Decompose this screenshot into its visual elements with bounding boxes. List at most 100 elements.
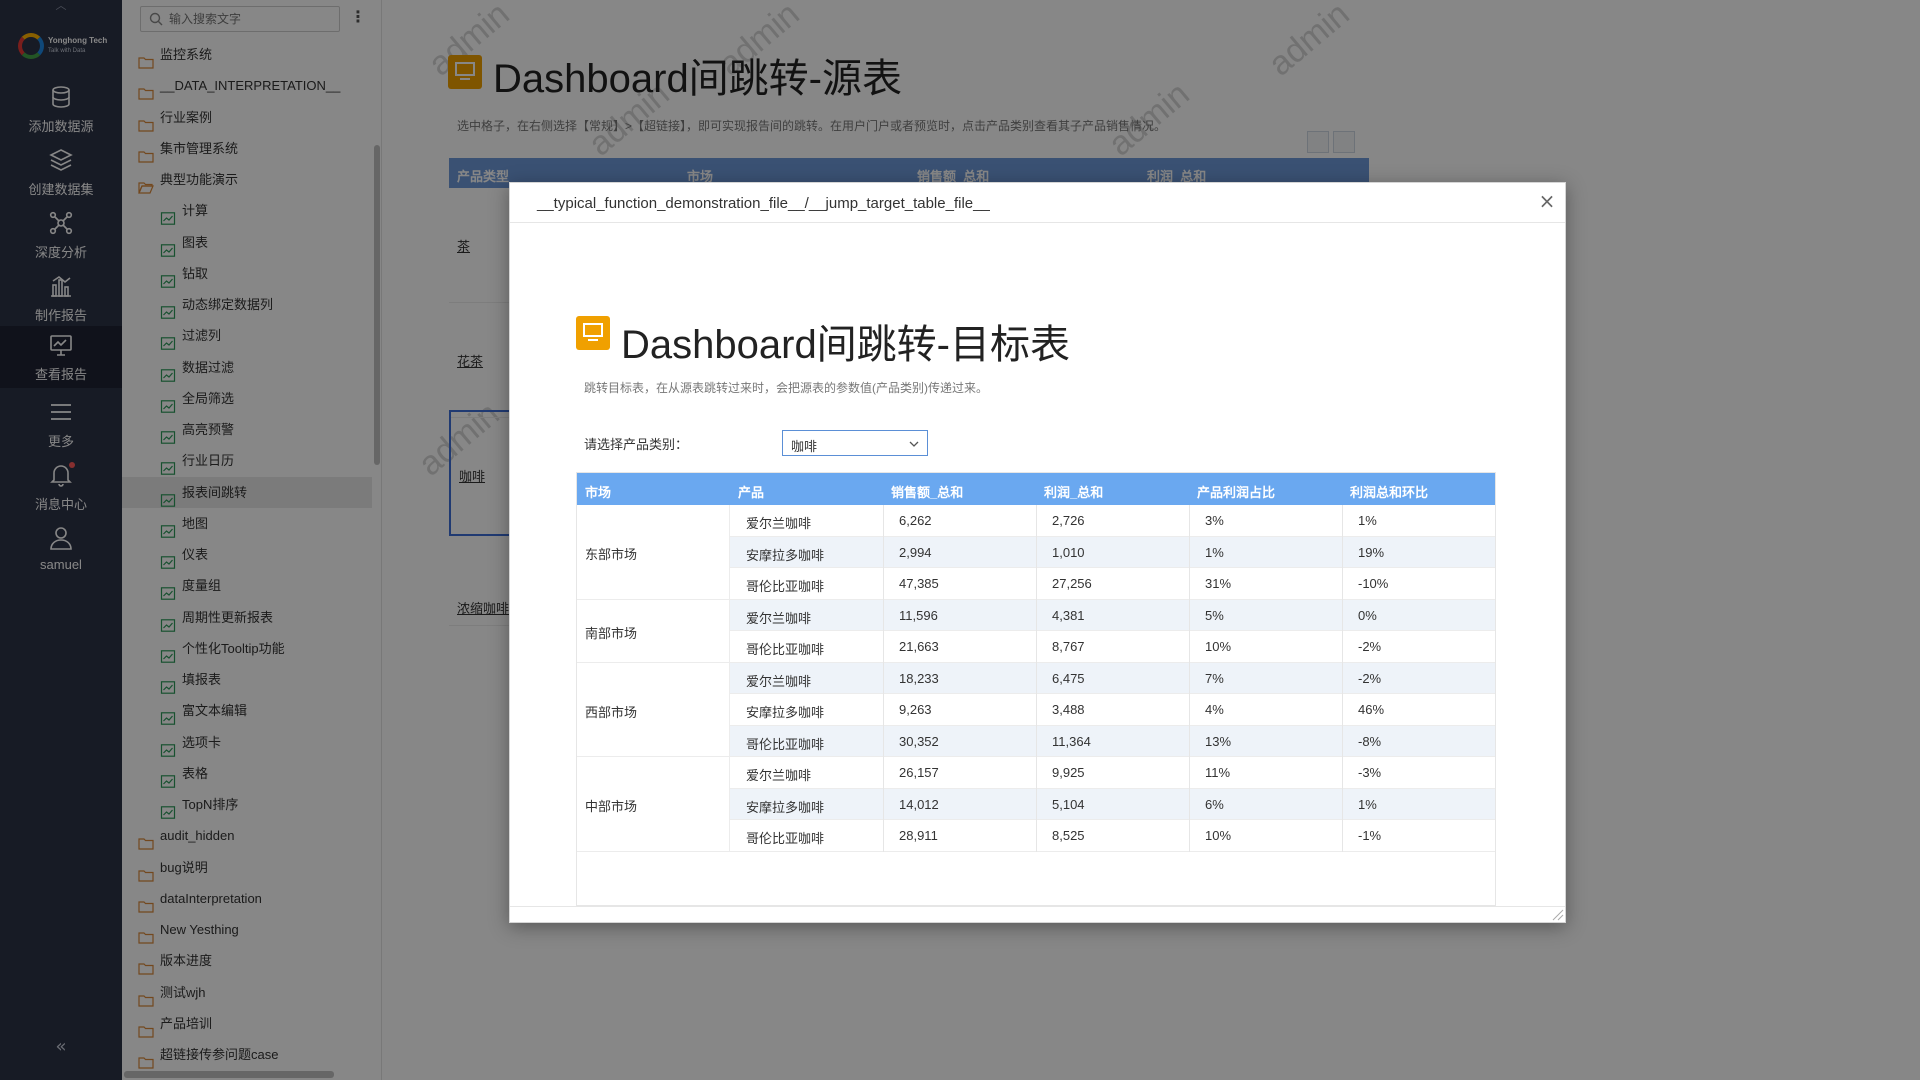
table-cell: 1% (1205, 544, 1224, 560)
table-cell: 爱尔兰咖啡 (746, 516, 812, 531)
table-cell: 31% (1205, 576, 1232, 591)
table-cell: 安摩拉多咖啡 (746, 547, 825, 563)
table-cell: 10% (1205, 828, 1232, 843)
table-row: 安摩拉多咖啡 9,263 3,488 4% 46% (730, 694, 1495, 726)
table-cell: 2,726 (1052, 513, 1085, 528)
table-row: 安摩拉多咖啡 14,012 5,104 6% 1% (730, 788, 1495, 820)
table-cell: 哥伦比亚咖啡 (746, 831, 825, 846)
category-filter-dropdown[interactable]: 咖啡 (782, 430, 928, 456)
table-cell: 1,010 (1052, 544, 1085, 560)
market-cell: 西部市场 (577, 662, 730, 757)
table-cell: 安摩拉多咖啡 (746, 705, 825, 720)
dialog-scrollbar-track[interactable] (1555, 224, 1565, 906)
table-cell: 18,233 (899, 670, 939, 686)
table-cell: 14,012 (899, 796, 939, 812)
table-cell: 21,663 (899, 639, 939, 654)
category-filter-label: 请选择产品类别： (584, 437, 689, 452)
dashboard-icon (576, 316, 610, 350)
table-cell: 47,385 (899, 576, 939, 591)
table-cell: 哥伦比亚咖啡 (746, 736, 825, 752)
table-row: 爱尔兰咖啡 6,262 2,726 3% 1% (730, 505, 1495, 537)
table-row: 哥伦比亚咖啡 28,911 8,525 10% -1% (730, 820, 1495, 852)
market-cell: 南部市场 (577, 599, 730, 663)
table-cell: 11% (1205, 765, 1231, 780)
table-cell: -2% (1358, 670, 1382, 686)
target-table-header: 市场 产品 销售额_总和 利润_总和 产品利润占比 利润总和环比 (577, 473, 1495, 505)
market-label: 西部市场 (585, 704, 638, 720)
column-divider (883, 505, 884, 852)
table-cell: 3% (1205, 513, 1224, 528)
table-cell: 9,925 (1052, 765, 1085, 780)
table-cell: 5% (1205, 607, 1224, 623)
table-cell: 0% (1358, 607, 1377, 623)
table-cell: 6,475 (1052, 670, 1085, 686)
close-icon[interactable]: × (1537, 191, 1557, 211)
table-row: 爱尔兰咖啡 26,157 9,925 11% -3% (730, 757, 1495, 789)
category-filter-value: 咖啡 (791, 439, 818, 454)
table-cell: -8% (1358, 733, 1382, 749)
table-cell: 哥伦比亚咖啡 (746, 579, 825, 594)
table-row: 爱尔兰咖啡 11,596 4,381 5% 0% (730, 599, 1495, 631)
chevron-down-icon (909, 441, 919, 447)
header-cell: 销售额_总和 (891, 485, 964, 500)
table-row: 安摩拉多咖啡 2,994 1,010 1% 19% (730, 536, 1495, 568)
table-cell: 4% (1205, 702, 1224, 717)
dialog-footer (510, 906, 1565, 922)
dialog-header: __typical_function_demonstration_file__/… (510, 183, 1565, 223)
table-cell: -1% (1358, 828, 1382, 843)
dialog-file-path: __typical_function_demonstration_file__/… (537, 195, 990, 212)
header-cell: 市场 (585, 485, 612, 500)
table-cell: -10% (1358, 576, 1389, 591)
table-cell: 11,596 (899, 607, 938, 623)
table-cell: 27,256 (1052, 576, 1092, 591)
table-cell: 11,364 (1052, 733, 1091, 749)
target-table: 市场 产品 销售额_总和 利润_总和 产品利润占比 利润总和环比 爱尔兰咖啡 6,… (576, 472, 1496, 906)
market-cell: 东部市场 (577, 505, 730, 600)
market-label: 中部市场 (585, 799, 638, 815)
table-cell: 6% (1205, 796, 1224, 812)
target-report-title: Dashboard间跳转-目标表 (621, 323, 1071, 367)
header-cell: 利润_总和 (1044, 485, 1104, 500)
column-divider (1189, 505, 1190, 852)
table-cell: 哥伦比亚咖啡 (746, 642, 825, 657)
table-cell: 8,525 (1052, 828, 1085, 843)
table-cell: 19% (1358, 544, 1385, 560)
table-cell: 30,352 (899, 733, 939, 749)
table-row: 爱尔兰咖啡 18,233 6,475 7% -2% (730, 662, 1495, 694)
table-cell: 4,381 (1052, 607, 1085, 623)
jump-target-dialog: __typical_function_demonstration_file__/… (509, 182, 1566, 923)
table-cell: 2,994 (899, 544, 932, 560)
table-cell: -3% (1358, 765, 1382, 780)
dialog-body: Dashboard间跳转-目标表 跳转目标表，在从源表跳转过来时，会把源表的参数… (510, 224, 1565, 906)
header-cell: 产品利润占比 (1197, 485, 1276, 500)
target-report-description: 跳转目标表，在从源表跳转过来时，会把源表的参数值(产品类别)传递过来。 (584, 381, 988, 395)
market-cell: 中部市场 (577, 757, 730, 852)
resize-handle-icon[interactable] (1550, 907, 1564, 921)
table-cell: 3,488 (1052, 702, 1085, 717)
header-cell: 利润总和环比 (1350, 485, 1429, 500)
table-cell: 26,157 (899, 765, 939, 780)
table-row: 哥伦比亚咖啡 21,663 8,767 10% -2% (730, 631, 1495, 663)
table-cell: 1% (1358, 796, 1377, 812)
market-label: 东部市场 (585, 547, 638, 563)
table-cell: 5,104 (1052, 796, 1085, 812)
table-row: 哥伦比亚咖啡 30,352 11,364 13% -8% (730, 725, 1495, 757)
table-cell: 28,911 (899, 828, 938, 843)
table-cell: 安摩拉多咖啡 (746, 799, 825, 815)
header-cell: 产品 (738, 485, 765, 500)
column-divider (1036, 505, 1037, 852)
table-cell: 1% (1358, 513, 1377, 528)
table-row: 哥伦比亚咖啡 47,385 27,256 31% -10% (730, 568, 1495, 600)
table-cell: 爱尔兰咖啡 (746, 673, 812, 689)
table-cell: 46% (1358, 702, 1385, 717)
table-cell: 10% (1205, 639, 1232, 654)
table-cell: 7% (1205, 670, 1224, 686)
column-divider (1342, 505, 1343, 852)
table-cell: -2% (1358, 639, 1382, 654)
table-cell: 爱尔兰咖啡 (746, 768, 812, 783)
table-cell: 爱尔兰咖啡 (746, 610, 812, 626)
table-cell: 9,263 (899, 702, 932, 717)
table-cell: 6,262 (899, 513, 932, 528)
market-label: 南部市场 (585, 626, 638, 641)
table-cell: 8,767 (1052, 639, 1085, 654)
